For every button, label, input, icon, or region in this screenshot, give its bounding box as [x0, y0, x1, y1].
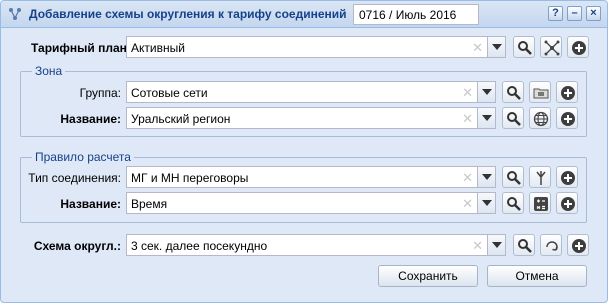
zone-name-combo[interactable]: Уральский регион ✕	[126, 107, 496, 129]
cancel-button[interactable]: Отмена	[487, 265, 587, 287]
folder-icon	[533, 88, 549, 99]
connection-add-button[interactable]	[556, 166, 578, 188]
search-icon	[518, 239, 532, 253]
zone-name-value: Уральский регион	[131, 112, 231, 126]
zone-legend: Зона	[32, 64, 66, 78]
tariff-search-button[interactable]	[513, 36, 535, 58]
tariff-plan-combo[interactable]: Активный ✕	[126, 36, 506, 58]
rounding-search-button[interactable]	[513, 234, 535, 256]
dropdown-trigger[interactable]	[477, 167, 495, 187]
rule-legend: Правило расчета	[32, 150, 134, 164]
connection-search-button[interactable]	[502, 166, 524, 188]
plus-circle-icon	[561, 112, 575, 126]
search-icon	[507, 86, 521, 100]
rounding-add-button[interactable]	[567, 234, 589, 256]
connection-fork-button[interactable]	[529, 166, 551, 188]
rounding-scheme-label: Схема округл.:	[33, 239, 121, 253]
clear-icon[interactable]: ✕	[462, 196, 473, 212]
zone-search-button[interactable]	[502, 107, 524, 129]
clear-icon[interactable]: ✕	[472, 40, 483, 56]
dropdown-trigger[interactable]	[477, 193, 495, 213]
chevron-down-icon	[482, 115, 492, 121]
zone-add-button[interactable]	[556, 107, 578, 129]
fork-icon	[536, 171, 546, 185]
tariff-plan-label: Тарифный план:	[31, 41, 131, 55]
search-icon	[507, 112, 521, 126]
tariff-plan-value: Активный	[131, 41, 185, 55]
chevron-down-icon	[482, 89, 492, 95]
title-bar[interactable]: Добавление схемы округления к тарифу сое…	[1, 1, 607, 28]
rounding-refresh-button[interactable]	[540, 234, 562, 256]
help-button[interactable]: ?	[548, 6, 563, 21]
minimize-button[interactable]: –	[567, 6, 582, 21]
clear-icon[interactable]: ✕	[462, 85, 473, 101]
calculator-icon	[534, 197, 548, 211]
connection-type-combo[interactable]: МГ и МН переговоры ✕	[126, 166, 496, 188]
chevron-down-icon	[492, 44, 502, 50]
search-icon	[507, 197, 521, 211]
rounding-scheme-value: 3 сек. далее посекундно	[131, 239, 268, 253]
clear-icon[interactable]: ✕	[472, 238, 483, 254]
rule-name-label: Название:	[60, 197, 121, 211]
group-search-button[interactable]	[502, 81, 524, 103]
connection-type-label: Тип соединения:	[28, 171, 121, 185]
tariff-tree-button[interactable]	[540, 36, 562, 58]
tariff-add-button[interactable]	[567, 36, 589, 58]
chevron-down-icon	[492, 242, 502, 248]
group-combo[interactable]: Сотовые сети ✕	[126, 81, 496, 103]
search-icon	[507, 171, 521, 185]
plus-circle-icon	[561, 86, 575, 100]
globe-icon	[533, 111, 549, 127]
close-button[interactable]: ×	[586, 6, 601, 21]
dropdown-trigger[interactable]	[477, 108, 495, 128]
search-icon	[518, 41, 532, 55]
group-folder-button[interactable]	[529, 81, 551, 103]
plus-circle-icon	[572, 41, 586, 55]
rule-calculator-button[interactable]	[529, 192, 551, 214]
rule-search-button[interactable]	[502, 192, 524, 214]
plus-circle-icon	[561, 197, 575, 211]
rule-name-value: Время	[131, 197, 168, 211]
save-button[interactable]: Сохранить	[378, 265, 478, 287]
clear-icon[interactable]: ✕	[462, 170, 473, 186]
chevron-down-icon	[482, 174, 492, 180]
tree-icon	[8, 7, 22, 21]
period-display: 0716 / Июль 2016	[353, 4, 479, 25]
connection-type-value: МГ и МН переговоры	[131, 171, 249, 185]
group-add-button[interactable]	[556, 81, 578, 103]
zone-name-label: Название:	[60, 112, 121, 126]
dropdown-trigger[interactable]	[487, 235, 505, 255]
dropdown-trigger[interactable]	[487, 37, 505, 57]
zone-globe-button[interactable]	[529, 107, 551, 129]
plus-circle-icon	[561, 171, 575, 185]
dropdown-trigger[interactable]	[477, 82, 495, 102]
rounding-scheme-combo[interactable]: 3 сек. далее посекундно ✕	[126, 234, 506, 256]
rule-add-button[interactable]	[556, 192, 578, 214]
rotate-arrow-icon	[546, 241, 558, 251]
hierarchy-icon	[544, 40, 560, 56]
dialog-window: Добавление схемы округления к тарифу сое…	[0, 0, 608, 303]
group-label: Группа:	[79, 86, 121, 100]
group-value: Сотовые сети	[131, 86, 208, 100]
dialog-title: Добавление схемы округления к тарифу сое…	[29, 7, 347, 21]
plus-circle-icon	[572, 239, 586, 253]
clear-icon[interactable]: ✕	[462, 111, 473, 127]
chevron-down-icon	[482, 200, 492, 206]
rule-name-combo[interactable]: Время ✕	[126, 192, 496, 214]
